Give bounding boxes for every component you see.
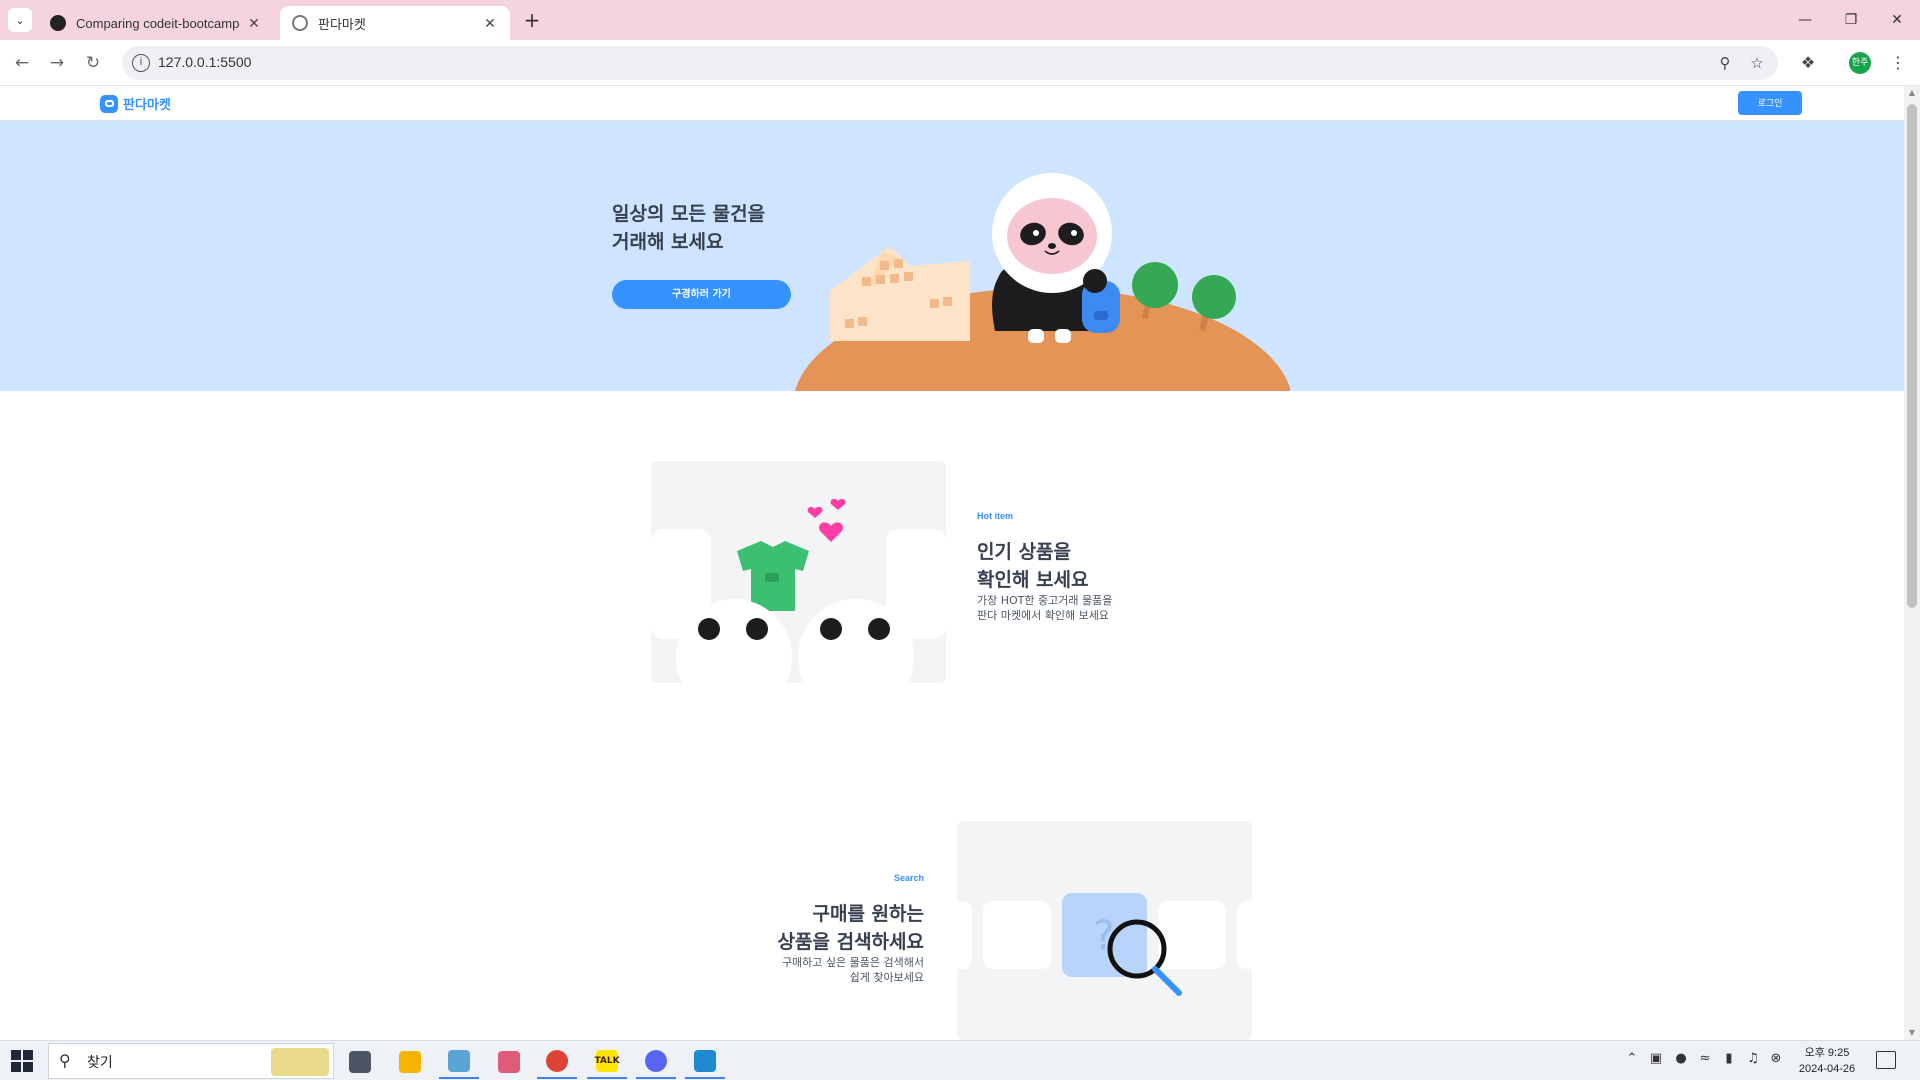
windows-start-icon[interactable] bbox=[10, 1049, 34, 1073]
panda-logo-icon bbox=[100, 94, 118, 113]
github-icon bbox=[50, 15, 66, 31]
discord-icon[interactable] bbox=[636, 1045, 676, 1079]
tab-strip: ⌄ Comparing codeit-bootcamp-f ✕ 판다마켓 ✕ +… bbox=[0, 0, 1920, 40]
back-arrow-icon[interactable]: ← bbox=[9, 50, 35, 76]
profile-avatar[interactable]: 한주 bbox=[1849, 52, 1871, 74]
site-info-icon[interactable]: i bbox=[132, 54, 150, 72]
windows-taskbar: ⚲ 찾기 TALK ⌃ ▣ ● ≈ ▮ ♫ ⊗ 오후 9:25 2024-04-… bbox=[0, 1040, 1920, 1080]
reload-icon[interactable]: ↻ bbox=[80, 50, 106, 76]
browser-toolbar: ← → ↻ i 127.0.0.1:5500 ⚲ ☆ ❖ 한주 ⋮ bbox=[0, 40, 1920, 86]
snipping-tool-icon[interactable] bbox=[489, 1045, 529, 1079]
hot-item-title: 인기 상품을 확인해 보세요 bbox=[977, 541, 1089, 591]
site-header: 판다마켓 로그인 bbox=[0, 86, 1904, 121]
tray-overflow-chevron-icon[interactable]: ⌃ bbox=[1623, 1051, 1641, 1066]
scroll-down-icon[interactable]: ▼ bbox=[1904, 1026, 1920, 1040]
search-title: 구매를 원하는 상품을 검색하세요 bbox=[777, 903, 924, 953]
zoom-icon[interactable]: ⚲ bbox=[1714, 52, 1736, 74]
meet-now-icon[interactable]: ▣ bbox=[1647, 1051, 1665, 1066]
browse-button[interactable]: 구경하러 가기 bbox=[612, 280, 791, 309]
extensions-puzzle-icon[interactable]: ❖ bbox=[1795, 50, 1821, 76]
hot-item-illustration bbox=[651, 461, 946, 683]
hot-item-description: 가장 HOT한 중고거래 물품을 판다 마켓에서 확인해 보세요 bbox=[977, 594, 1113, 622]
tab-panda-market[interactable]: 판다마켓 ✕ bbox=[280, 6, 510, 40]
browser-window: ⌄ Comparing codeit-bootcamp-f ✕ 판다마켓 ✕ +… bbox=[0, 0, 1920, 1080]
globe-icon bbox=[292, 15, 308, 31]
tab-close-icon[interactable]: ✕ bbox=[482, 15, 498, 32]
taskbar-search-placeholder: 찾기 bbox=[87, 1055, 113, 1071]
clock-time: 오후 9:25 bbox=[1804, 1047, 1850, 1059]
taskbar-search-box[interactable]: ⚲ 찾기 bbox=[48, 1043, 334, 1079]
forward-arrow-icon[interactable]: → bbox=[44, 50, 70, 76]
volume-icon[interactable]: ♫ bbox=[1744, 1051, 1762, 1066]
login-button[interactable]: 로그인 bbox=[1738, 91, 1802, 115]
logo-text: 판다마켓 bbox=[123, 98, 171, 113]
search-illustration: ? bbox=[957, 821, 1252, 1040]
site-logo[interactable]: 판다마켓 bbox=[100, 94, 171, 113]
wifi-icon[interactable]: ≈ bbox=[1696, 1051, 1714, 1066]
tab-github-compare[interactable]: Comparing codeit-bootcamp-f ✕ bbox=[38, 6, 274, 40]
microphone-icon[interactable]: ● bbox=[1672, 1051, 1690, 1066]
bookmark-star-icon[interactable]: ☆ bbox=[1746, 52, 1768, 74]
system-clock[interactable]: 오후 9:25 2024-04-26 bbox=[1782, 1045, 1872, 1077]
chrome-icon[interactable] bbox=[537, 1045, 577, 1079]
search-icon: ⚲ bbox=[59, 1051, 71, 1070]
tab-title: Comparing codeit-bootcamp-f bbox=[76, 15, 240, 31]
tab-title: 판다마켓 bbox=[318, 16, 366, 32]
vscode-icon[interactable] bbox=[685, 1045, 725, 1079]
hero-title: 일상의 모든 물건을 거래해 보세요 bbox=[612, 203, 766, 253]
new-tab-plus-icon[interactable]: + bbox=[520, 8, 544, 32]
search-description: 구매하고 싶은 물품은 검색해서 쉽게 찾아보세요 bbox=[781, 956, 924, 984]
minimize-icon[interactable]: — bbox=[1782, 0, 1828, 40]
menu-kebab-icon[interactable]: ⋮ bbox=[1885, 50, 1911, 76]
restore-icon[interactable]: ❐ bbox=[1828, 0, 1874, 40]
hero-panda-illustration bbox=[795, 173, 1290, 391]
search-tag: Search bbox=[893, 873, 924, 883]
notification-center-icon[interactable] bbox=[1876, 1051, 1896, 1069]
task-view-icon[interactable] bbox=[340, 1045, 380, 1079]
hot-item-art bbox=[651, 498, 946, 683]
scroll-thumb[interactable] bbox=[1907, 104, 1917, 608]
page-viewport: 판다마켓 로그인 일상의 모든 물건을 거래해 보세요 구경하러 가기 Hot … bbox=[0, 86, 1904, 1040]
window-close-icon[interactable]: ✕ bbox=[1874, 0, 1920, 40]
url-text[interactable]: 127.0.0.1:5500 bbox=[158, 54, 251, 70]
tab-close-icon[interactable]: ✕ bbox=[246, 15, 262, 32]
hot-item-tag: Hot item bbox=[977, 511, 1013, 521]
search-art: ? bbox=[957, 893, 1252, 996]
address-bar[interactable]: i 127.0.0.1:5500 ⚲ ☆ bbox=[122, 46, 1778, 80]
hero-banner: 일상의 모든 물건을 거래해 보세요 구경하러 가기 bbox=[0, 121, 1904, 391]
scroll-up-icon[interactable]: ▲ bbox=[1904, 86, 1920, 100]
page-scrollbar[interactable]: ▲ ▼ bbox=[1904, 86, 1920, 1040]
clock-date: 2024-04-26 bbox=[1798, 1063, 1856, 1075]
notepad-app-icon[interactable] bbox=[439, 1045, 479, 1079]
kakaotalk-icon[interactable]: TALK bbox=[587, 1045, 627, 1079]
search-highlight-image bbox=[271, 1048, 329, 1076]
tab-search-chevron-icon[interactable]: ⌄ bbox=[8, 8, 32, 32]
battery-icon[interactable]: ▮ bbox=[1720, 1051, 1738, 1066]
file-explorer-icon[interactable] bbox=[390, 1045, 430, 1079]
